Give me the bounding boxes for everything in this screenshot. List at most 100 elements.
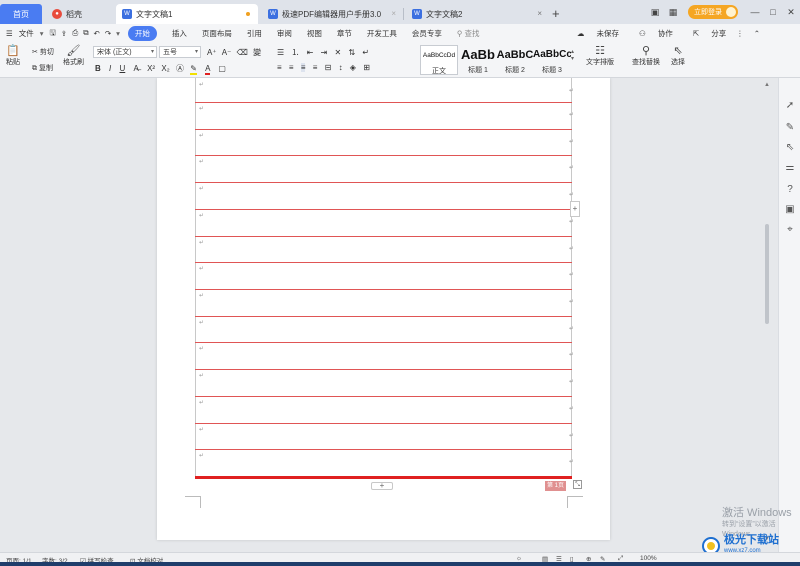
menu-home[interactable]: 开始 [127,25,157,41]
font-color-icon[interactable]: A [205,64,211,75]
bold-icon[interactable]: B [95,64,101,73]
tab-document-2[interactable]: W 文字文稿2 × [406,4,548,24]
shading-icon[interactable]: ◈ [350,63,356,72]
phonetic-icon[interactable]: 變 [253,48,261,57]
style-normal[interactable]: AaBbCcDd 正文 [420,45,458,75]
undo-icon[interactable]: ↶ [94,29,100,38]
format-painter-button[interactable]: 🖌 格式刷 [63,45,84,67]
preview-icon[interactable]: ⧉ [83,28,88,38]
tab-document-1[interactable]: W 文字文稿1 [116,4,258,24]
cut-button[interactable]: ✂ 剪切 [32,47,54,57]
minimize-icon[interactable]: — [746,0,764,24]
row-end-mark: ↵ [569,219,575,225]
style-heading-2[interactable]: AaBbC 标题 2 [496,45,534,75]
new-tab-button[interactable]: + [552,6,560,21]
tab-pdf-manual[interactable]: W 极速PDF编辑器用户手册3.0 × [262,4,402,24]
document-page[interactable]: ↵ ↵ ↵ ↵ ↵ ↵ ↵ ↵ ↵ ↵ ↵ ↵ ↵ ↵ ↵ ↵ ↵ ↵ ↵ ↵ ↵ ↵ ↵ ↵ ↵ ↵ ↵ ↵ ↵ ↵ + + 第 1页 … [157,78,610,540]
copy-button[interactable]: ⧉ 复制 [32,63,53,73]
font-name-select[interactable]: 宋体 (正文) ▾ [93,46,157,58]
menu-developer[interactable]: 开发工具 [367,28,397,39]
eye-protect-icon[interactable]: ☼ [516,555,522,562]
sliders-icon[interactable]: ⚌ [784,162,796,174]
menu-insert[interactable]: 插入 [172,28,187,39]
save-icon[interactable]: 🖫 [50,27,56,40]
increase-indent-icon[interactable]: ⇥ [321,48,328,57]
close-icon[interactable]: × [537,9,542,18]
align-left-icon[interactable]: ≡ [277,63,282,72]
location-icon[interactable]: ⌖ [784,224,796,236]
print-icon[interactable]: ⎙ [72,28,78,38]
style-heading-3[interactable]: AaBbCc 标题 3 [533,45,571,75]
underline-icon[interactable]: U [119,64,125,73]
chevron-down-icon[interactable]: ▾ [116,29,120,38]
close-window-icon[interactable]: ✕ [782,0,800,24]
shrink-font-icon[interactable]: A⁻ [222,48,232,57]
cursor-icon[interactable]: ⇖ [784,142,796,154]
italic-icon[interactable]: I [109,64,111,73]
login-button[interactable]: 立即登录 [688,5,738,19]
tab-home[interactable]: 首页 [0,4,42,24]
menu-right-actions: ☁ 未保存 ⚇ 协作 ⇱ 分享 ⋮ ⌃ [557,24,760,42]
unsaved-status[interactable]: ☁ 未保存 [567,28,619,39]
justify-icon[interactable]: ≡ [313,63,318,72]
bullet-list-icon[interactable]: ☰ [277,48,284,57]
paste-button[interactable]: 📋 粘贴 [6,45,20,67]
styles-scroll[interactable]: ▴ ▾ [571,48,574,62]
text-layout-button[interactable]: ☷ 文字排版 [586,45,614,67]
chinese-layout-icon[interactable]: ✕ [335,48,342,57]
select-button[interactable]: ⇖ 选择 [671,45,685,67]
char-border-icon[interactable]: ▢ [218,64,226,73]
maximize-icon[interactable]: □ [764,0,782,24]
borders-icon[interactable]: ⊞ [363,63,370,72]
more-icon[interactable]: ⋮ [736,29,744,38]
numbered-list-icon[interactable]: ⒈ [291,48,299,57]
table-resize-handle[interactable]: ⤡ [573,480,582,489]
collapse-ribbon-icon[interactable]: ⌃ [754,29,760,38]
sort-icon[interactable]: ⇅ [348,48,355,57]
find-replace-button[interactable]: ⚲ 查找替换 [632,45,660,67]
menu-page-layout[interactable]: 页面布局 [202,28,232,39]
image-icon[interactable]: ▣ [784,204,796,216]
scroll-up-icon[interactable]: ▲ [764,82,770,88]
collab-button[interactable]: ⚇ 协作 [629,28,673,39]
vertical-scrollbar[interactable]: ▲ ▼ [762,82,772,552]
rocket-icon[interactable]: ➚ [784,100,796,112]
superscript-icon[interactable]: X² [147,64,155,73]
menu-member[interactable]: 会员专享 [412,28,442,39]
subscript-icon[interactable]: X₂ [161,64,169,73]
pen-icon[interactable]: ✎ [784,122,796,134]
align-right-icon[interactable]: ≡ [300,63,306,72]
distribute-icon[interactable]: ⊟ [325,63,332,72]
highlight-icon[interactable]: ✎ [190,64,197,75]
grow-font-icon[interactable]: A⁺ [207,48,217,57]
menu-chapter[interactable]: 章节 [337,28,352,39]
grid-icon[interactable]: ▦ [664,0,682,24]
style-heading-1[interactable]: AaBb 标题 1 [459,45,497,75]
window-layout-icon[interactable]: ▣ [646,0,664,24]
share-button[interactable]: ⇱ 分享 [683,28,726,39]
menu-file[interactable]: 文件 [19,28,34,39]
scroll-thumb[interactable] [765,224,769,324]
strikethrough-icon[interactable]: A̶ [134,64,139,73]
clear-format-icon[interactable]: ⌫ [237,48,248,57]
menu-references[interactable]: 引用 [247,28,262,39]
menu-search[interactable]: ⚲ 查找 [457,28,480,39]
effects-icon[interactable]: Ⓐ [176,64,184,73]
show-marks-icon[interactable]: ↵ [362,48,369,57]
redo-icon[interactable]: ↷ [105,29,111,38]
help-icon[interactable]: ? [784,184,796,196]
hamburger-icon[interactable]: ☰ [6,29,13,38]
tab-daoke[interactable]: ● 稻壳 [46,4,112,24]
chevron-down-icon[interactable]: ▾ [40,29,44,38]
close-icon[interactable]: × [391,9,396,18]
menu-view[interactable]: 视图 [307,28,322,39]
add-column-button[interactable]: + [570,201,580,217]
align-center-icon[interactable]: ≡ [289,63,294,72]
export-icon[interactable]: ⇪ [61,29,67,38]
menu-review[interactable]: 审阅 [277,28,292,39]
zoom-level[interactable]: 100% [640,555,657,562]
add-row-button[interactable]: + [371,482,393,490]
line-spacing-icon[interactable]: ↕ [339,63,343,72]
font-size-select[interactable]: 五号 ▾ [159,46,201,58]
decrease-indent-icon[interactable]: ⇤ [307,48,314,57]
